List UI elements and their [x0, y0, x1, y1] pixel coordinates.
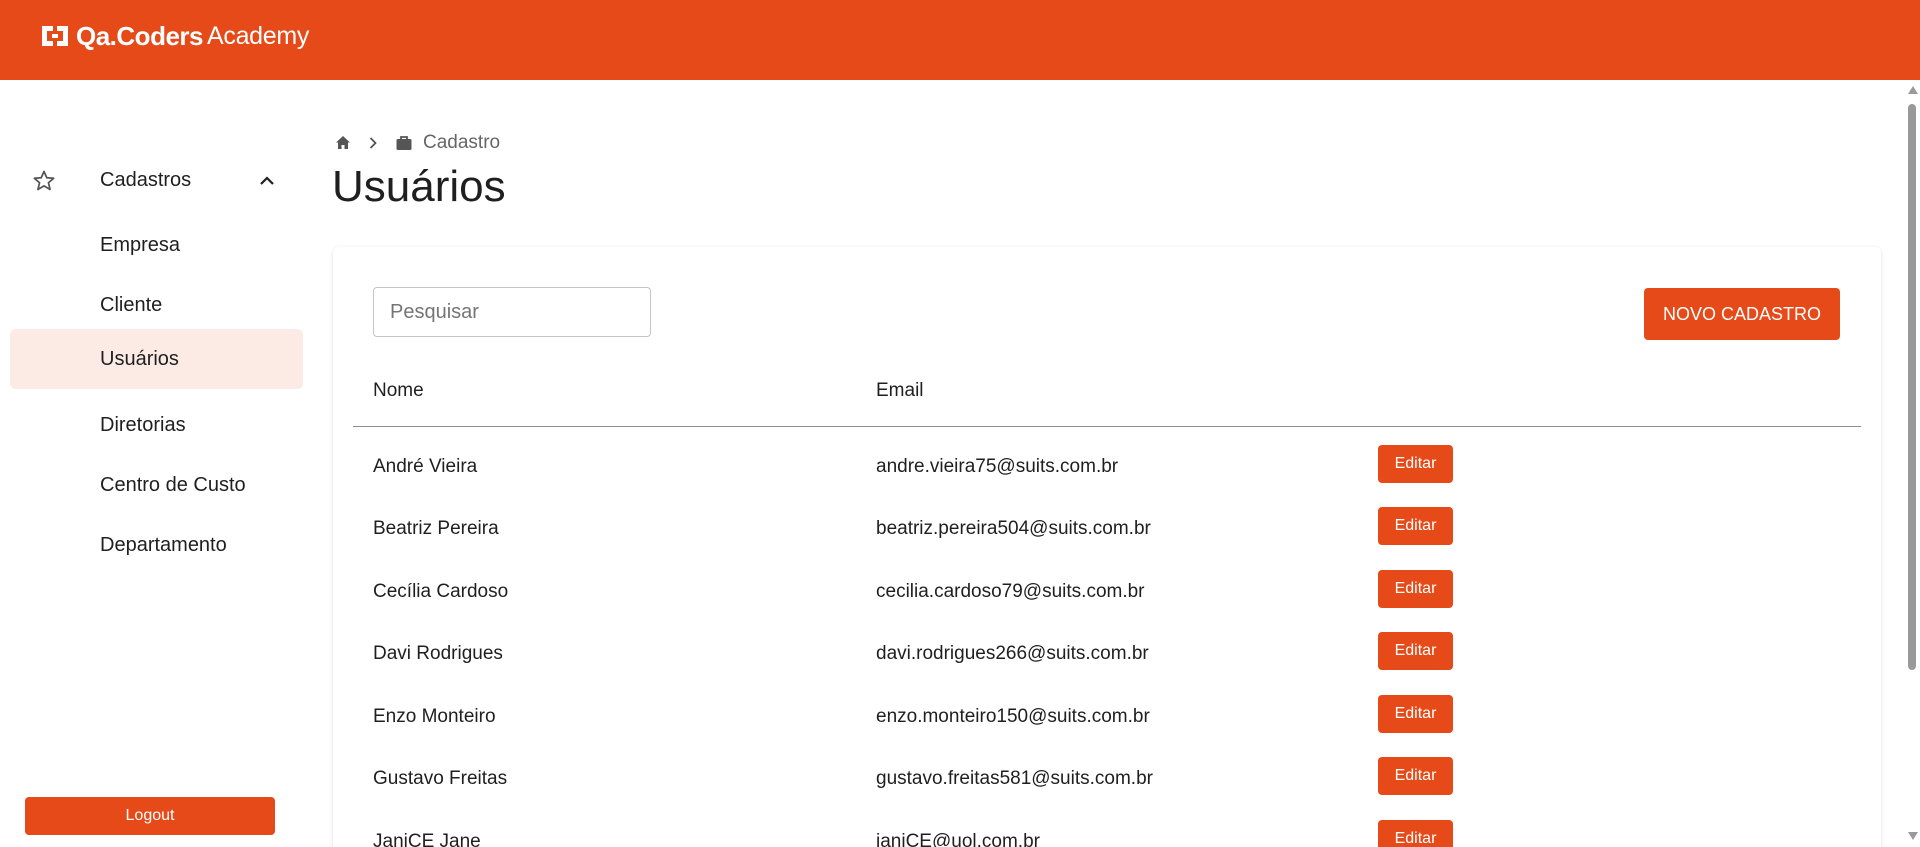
new-record-button[interactable]: NOVO CADASTRO [1644, 288, 1840, 340]
sidebar-item-label: Departamento [100, 533, 227, 556]
edit-button[interactable]: Editar [1378, 570, 1453, 608]
breadcrumb-current[interactable]: Cadastro [423, 132, 500, 154]
cell-email: gustavo.freitas581@suits.com.br [876, 768, 1153, 789]
sidebar: Cadastros Empresa Cliente Usuários Diret… [0, 80, 310, 847]
edit-button[interactable]: Editar [1378, 757, 1453, 795]
table-header-divider [353, 426, 1861, 427]
scrollbar-thumb[interactable] [1908, 104, 1916, 670]
brand-suffix: Academy [207, 21, 310, 50]
edit-button[interactable]: Editar [1378, 820, 1453, 847]
table-row: André Vieira andre.vieira75@suits.com.br… [333, 437, 1881, 499]
sidebar-item-cliente[interactable]: Cliente [10, 275, 303, 335]
sidebar-group-cadastros[interactable]: Cadastros [10, 155, 303, 205]
brand-name: Qa.Coders [76, 20, 204, 51]
brand-logo[interactable]: Qa.Coders Academy [40, 20, 309, 52]
sidebar-item-usuarios[interactable]: Usuários [10, 329, 303, 389]
sidebar-item-diretorias[interactable]: Diretorias [10, 395, 303, 455]
column-header-nome: Nome [373, 380, 424, 401]
briefcase-icon [395, 134, 413, 152]
search-input[interactable] [373, 287, 651, 337]
cell-email: davi.rodrigues266@suits.com.br [876, 643, 1149, 664]
sidebar-item-label: Cliente [100, 293, 163, 316]
edit-button[interactable]: Editar [1378, 695, 1453, 733]
home-icon[interactable] [333, 133, 353, 153]
edit-button[interactable]: Editar [1378, 507, 1453, 545]
cell-email: beatriz.pereira504@suits.com.br [876, 518, 1151, 539]
star-icon [31, 168, 57, 194]
column-header-email: Email [876, 380, 924, 401]
logout-button[interactable]: Logout [25, 797, 275, 835]
table-row: Beatriz Pereira beatriz.pereira504@suits… [333, 499, 1881, 561]
cell-email: cecilia.cardoso79@suits.com.br [876, 581, 1145, 602]
sidebar-item-label: Centro de Custo [100, 473, 246, 496]
breadcrumb: Cadastro [333, 128, 500, 158]
cell-email: andre.vieira75@suits.com.br [876, 456, 1119, 477]
cell-nome: JaniCE Jane [373, 831, 481, 847]
cell-nome: Beatriz Pereira [373, 518, 499, 539]
chevron-right-icon [365, 135, 381, 151]
sidebar-group-label: Cadastros [100, 168, 192, 191]
sidebar-item-label: Empresa [100, 233, 181, 256]
table-row: JaniCE Jane janiCE@uol.com.br Editar [333, 812, 1881, 847]
sidebar-item-label: Diretorias [100, 413, 186, 436]
cell-email: enzo.monteiro150@suits.com.br [876, 706, 1150, 727]
chevron-up-icon[interactable] [257, 171, 277, 191]
table-row: Cecília Cardoso cecilia.cardoso79@suits.… [333, 562, 1881, 624]
users-card: NOVO CADASTRO Nome Email André Vieira an… [333, 247, 1881, 847]
cell-nome: Cecília Cardoso [373, 581, 509, 602]
table-row: Enzo Monteiro enzo.monteiro150@suits.com… [333, 687, 1881, 749]
sidebar-item-label: Usuários [100, 347, 179, 370]
scroll-down-arrow-icon[interactable] [1908, 832, 1918, 840]
cell-nome: André Vieira [373, 456, 478, 477]
table-row: Davi Rodrigues davi.rodrigues266@suits.c… [333, 624, 1881, 686]
top-app-bar: Qa.Coders Academy [0, 0, 1920, 80]
edit-button[interactable]: Editar [1378, 445, 1453, 483]
sidebar-item-centro-de-custo[interactable]: Centro de Custo [10, 455, 303, 515]
edit-button[interactable]: Editar [1378, 632, 1453, 670]
cell-email: janiCE@uol.com.br [876, 831, 1040, 847]
cell-nome: Davi Rodrigues [373, 643, 503, 664]
scroll-up-arrow-icon[interactable] [1908, 86, 1918, 94]
cell-nome: Gustavo Freitas [373, 768, 508, 789]
table-row: Gustavo Freitas gustavo.freitas581@suits… [333, 749, 1881, 811]
sidebar-item-departamento[interactable]: Departamento [10, 515, 303, 575]
brand-mark-icon [40, 24, 70, 48]
page-scrollbar[interactable] [1904, 80, 1920, 847]
sidebar-item-empresa[interactable]: Empresa [10, 215, 303, 275]
page-title: Usuários [332, 162, 506, 211]
cell-nome: Enzo Monteiro [373, 706, 496, 727]
